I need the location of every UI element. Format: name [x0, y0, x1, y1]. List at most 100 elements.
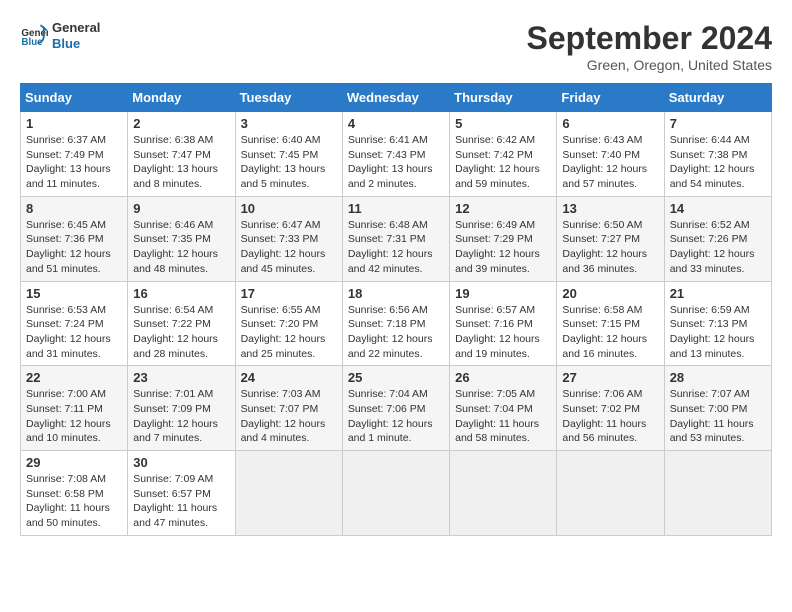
day-number: 5 — [455, 116, 551, 131]
calendar-cell: 9 Sunrise: 6:46 AM Sunset: 7:35 PM Dayli… — [128, 196, 235, 281]
day-number: 15 — [26, 286, 122, 301]
day-number: 3 — [241, 116, 337, 131]
day-number: 17 — [241, 286, 337, 301]
calendar-cell — [557, 451, 664, 536]
day-info: Sunrise: 6:43 AM Sunset: 7:40 PM Dayligh… — [562, 133, 658, 192]
day-info: Sunrise: 6:56 AM Sunset: 7:18 PM Dayligh… — [348, 303, 444, 362]
calendar-cell: 21 Sunrise: 6:59 AM Sunset: 7:13 PM Dayl… — [664, 281, 771, 366]
day-info: Sunrise: 6:54 AM Sunset: 7:22 PM Dayligh… — [133, 303, 229, 362]
day-number: 29 — [26, 455, 122, 470]
calendar-cell: 6 Sunrise: 6:43 AM Sunset: 7:40 PM Dayli… — [557, 112, 664, 197]
day-number: 25 — [348, 370, 444, 385]
day-number: 2 — [133, 116, 229, 131]
day-info: Sunrise: 6:38 AM Sunset: 7:47 PM Dayligh… — [133, 133, 229, 192]
calendar-cell: 15 Sunrise: 6:53 AM Sunset: 7:24 PM Dayl… — [21, 281, 128, 366]
day-number: 9 — [133, 201, 229, 216]
day-info: Sunrise: 6:37 AM Sunset: 7:49 PM Dayligh… — [26, 133, 122, 192]
day-number: 26 — [455, 370, 551, 385]
day-number: 23 — [133, 370, 229, 385]
calendar-cell: 28 Sunrise: 7:07 AM Sunset: 7:00 PM Dayl… — [664, 366, 771, 451]
day-info: Sunrise: 6:57 AM Sunset: 7:16 PM Dayligh… — [455, 303, 551, 362]
day-info: Sunrise: 6:52 AM Sunset: 7:26 PM Dayligh… — [670, 218, 766, 277]
day-info: Sunrise: 7:00 AM Sunset: 7:11 PM Dayligh… — [26, 387, 122, 446]
calendar-cell: 19 Sunrise: 6:57 AM Sunset: 7:16 PM Dayl… — [450, 281, 557, 366]
day-info: Sunrise: 6:53 AM Sunset: 7:24 PM Dayligh… — [26, 303, 122, 362]
calendar-cell — [450, 451, 557, 536]
calendar-week-row: 29 Sunrise: 7:08 AM Sunset: 6:58 PM Dayl… — [21, 451, 772, 536]
calendar-cell — [342, 451, 449, 536]
logo-text: General Blue — [52, 20, 100, 51]
calendar-cell — [235, 451, 342, 536]
day-info: Sunrise: 6:44 AM Sunset: 7:38 PM Dayligh… — [670, 133, 766, 192]
day-info: Sunrise: 6:47 AM Sunset: 7:33 PM Dayligh… — [241, 218, 337, 277]
calendar-cell: 23 Sunrise: 7:01 AM Sunset: 7:09 PM Dayl… — [128, 366, 235, 451]
day-number: 4 — [348, 116, 444, 131]
title-block: September 2024 Green, Oregon, United Sta… — [527, 20, 772, 73]
month-title: September 2024 — [527, 20, 772, 57]
calendar-cell — [664, 451, 771, 536]
location-subtitle: Green, Oregon, United States — [527, 57, 772, 73]
day-info: Sunrise: 7:06 AM Sunset: 7:02 PM Dayligh… — [562, 387, 658, 446]
weekday-header-saturday: Saturday — [664, 84, 771, 112]
calendar-cell: 8 Sunrise: 6:45 AM Sunset: 7:36 PM Dayli… — [21, 196, 128, 281]
calendar-cell: 27 Sunrise: 7:06 AM Sunset: 7:02 PM Dayl… — [557, 366, 664, 451]
calendar-week-row: 15 Sunrise: 6:53 AM Sunset: 7:24 PM Dayl… — [21, 281, 772, 366]
calendar-cell: 24 Sunrise: 7:03 AM Sunset: 7:07 PM Dayl… — [235, 366, 342, 451]
calendar-week-row: 22 Sunrise: 7:00 AM Sunset: 7:11 PM Dayl… — [21, 366, 772, 451]
day-info: Sunrise: 6:49 AM Sunset: 7:29 PM Dayligh… — [455, 218, 551, 277]
calendar-cell: 18 Sunrise: 6:56 AM Sunset: 7:18 PM Dayl… — [342, 281, 449, 366]
day-info: Sunrise: 7:05 AM Sunset: 7:04 PM Dayligh… — [455, 387, 551, 446]
calendar-week-row: 8 Sunrise: 6:45 AM Sunset: 7:36 PM Dayli… — [21, 196, 772, 281]
day-number: 24 — [241, 370, 337, 385]
day-number: 18 — [348, 286, 444, 301]
day-number: 16 — [133, 286, 229, 301]
calendar-cell: 4 Sunrise: 6:41 AM Sunset: 7:43 PM Dayli… — [342, 112, 449, 197]
day-info: Sunrise: 6:58 AM Sunset: 7:15 PM Dayligh… — [562, 303, 658, 362]
day-info: Sunrise: 6:45 AM Sunset: 7:36 PM Dayligh… — [26, 218, 122, 277]
calendar-cell: 26 Sunrise: 7:05 AM Sunset: 7:04 PM Dayl… — [450, 366, 557, 451]
calendar-cell: 16 Sunrise: 6:54 AM Sunset: 7:22 PM Dayl… — [128, 281, 235, 366]
calendar-cell: 29 Sunrise: 7:08 AM Sunset: 6:58 PM Dayl… — [21, 451, 128, 536]
calendar-cell: 10 Sunrise: 6:47 AM Sunset: 7:33 PM Dayl… — [235, 196, 342, 281]
day-info: Sunrise: 7:01 AM Sunset: 7:09 PM Dayligh… — [133, 387, 229, 446]
day-number: 13 — [562, 201, 658, 216]
day-info: Sunrise: 6:40 AM Sunset: 7:45 PM Dayligh… — [241, 133, 337, 192]
day-info: Sunrise: 6:46 AM Sunset: 7:35 PM Dayligh… — [133, 218, 229, 277]
day-number: 30 — [133, 455, 229, 470]
weekday-header-friday: Friday — [557, 84, 664, 112]
calendar-week-row: 1 Sunrise: 6:37 AM Sunset: 7:49 PM Dayli… — [21, 112, 772, 197]
day-number: 7 — [670, 116, 766, 131]
weekday-header-thursday: Thursday — [450, 84, 557, 112]
calendar-cell: 22 Sunrise: 7:00 AM Sunset: 7:11 PM Dayl… — [21, 366, 128, 451]
day-info: Sunrise: 7:04 AM Sunset: 7:06 PM Dayligh… — [348, 387, 444, 446]
calendar-cell: 13 Sunrise: 6:50 AM Sunset: 7:27 PM Dayl… — [557, 196, 664, 281]
calendar-cell: 20 Sunrise: 6:58 AM Sunset: 7:15 PM Dayl… — [557, 281, 664, 366]
page-header: General Blue General Blue September 2024… — [20, 20, 772, 73]
day-number: 14 — [670, 201, 766, 216]
day-number: 6 — [562, 116, 658, 131]
weekday-header-row: SundayMondayTuesdayWednesdayThursdayFrid… — [21, 84, 772, 112]
day-number: 27 — [562, 370, 658, 385]
calendar-table: SundayMondayTuesdayWednesdayThursdayFrid… — [20, 83, 772, 536]
day-info: Sunrise: 7:03 AM Sunset: 7:07 PM Dayligh… — [241, 387, 337, 446]
day-number: 12 — [455, 201, 551, 216]
weekday-header-monday: Monday — [128, 84, 235, 112]
weekday-header-tuesday: Tuesday — [235, 84, 342, 112]
calendar-cell: 30 Sunrise: 7:09 AM Sunset: 6:57 PM Dayl… — [128, 451, 235, 536]
calendar-cell: 11 Sunrise: 6:48 AM Sunset: 7:31 PM Dayl… — [342, 196, 449, 281]
day-info: Sunrise: 6:50 AM Sunset: 7:27 PM Dayligh… — [562, 218, 658, 277]
calendar-cell: 5 Sunrise: 6:42 AM Sunset: 7:42 PM Dayli… — [450, 112, 557, 197]
day-info: Sunrise: 6:48 AM Sunset: 7:31 PM Dayligh… — [348, 218, 444, 277]
calendar-cell: 3 Sunrise: 6:40 AM Sunset: 7:45 PM Dayli… — [235, 112, 342, 197]
calendar-cell: 2 Sunrise: 6:38 AM Sunset: 7:47 PM Dayli… — [128, 112, 235, 197]
day-number: 20 — [562, 286, 658, 301]
weekday-header-sunday: Sunday — [21, 84, 128, 112]
day-number: 19 — [455, 286, 551, 301]
day-number: 28 — [670, 370, 766, 385]
calendar-cell: 12 Sunrise: 6:49 AM Sunset: 7:29 PM Dayl… — [450, 196, 557, 281]
day-info: Sunrise: 7:07 AM Sunset: 7:00 PM Dayligh… — [670, 387, 766, 446]
day-number: 22 — [26, 370, 122, 385]
calendar-cell: 14 Sunrise: 6:52 AM Sunset: 7:26 PM Dayl… — [664, 196, 771, 281]
logo-icon: General Blue — [20, 22, 48, 50]
day-info: Sunrise: 7:09 AM Sunset: 6:57 PM Dayligh… — [133, 472, 229, 531]
